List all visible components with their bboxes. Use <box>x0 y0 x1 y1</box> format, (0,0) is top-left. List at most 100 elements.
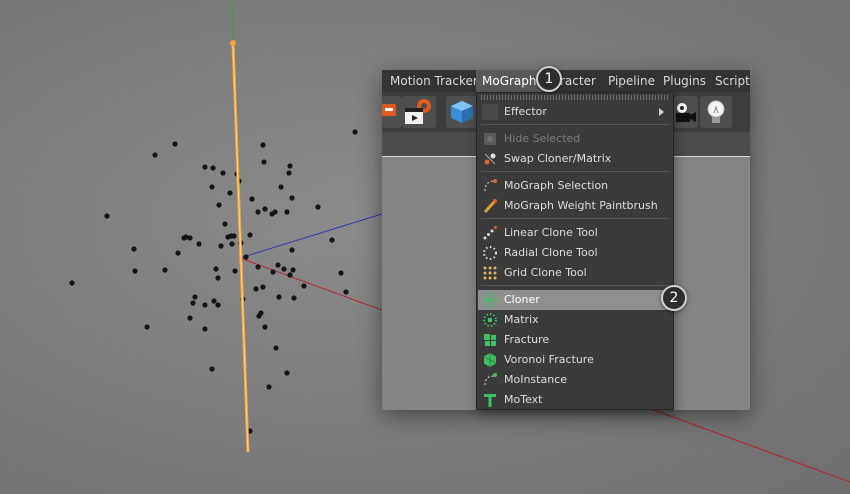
particle <box>352 129 358 135</box>
particle <box>247 232 253 238</box>
swap-icon <box>482 151 498 167</box>
menu-item-effector[interactable]: Effector <box>478 102 672 122</box>
particle <box>222 221 228 227</box>
radial-clone-icon <box>482 245 498 261</box>
particle <box>187 235 193 241</box>
particle <box>273 345 279 351</box>
camera-button[interactable] <box>674 96 698 128</box>
particle <box>315 204 321 210</box>
particle <box>220 170 226 176</box>
particle <box>287 163 293 169</box>
particle <box>215 302 221 308</box>
particle <box>260 142 266 148</box>
cube-object-button[interactable] <box>446 96 478 128</box>
menu-motion-tracker[interactable]: Motion Tracker <box>390 70 478 92</box>
particle <box>187 315 193 321</box>
menu-pipeline[interactable]: Pipeline <box>608 70 655 92</box>
menu-item-cloner[interactable]: Cloner <box>478 290 672 310</box>
z-axis-line <box>239 213 383 259</box>
particle <box>289 195 295 201</box>
particle <box>338 270 344 276</box>
camera-icon <box>676 103 696 122</box>
menu-item-mograph-weight-paintbrush[interactable]: MoGraph Weight Paintbrush <box>478 196 672 216</box>
particle <box>261 159 267 165</box>
particle <box>270 269 276 275</box>
particle <box>209 366 215 372</box>
menu-item-moinstance[interactable]: MoInstance <box>478 370 672 390</box>
particle <box>291 295 297 301</box>
particle <box>162 267 168 273</box>
particle <box>290 267 296 273</box>
particle <box>132 268 138 274</box>
menu-item-label: Cloner <box>504 293 540 306</box>
motext-icon <box>482 392 498 408</box>
menu-separator <box>481 285 669 286</box>
cloner-icon <box>482 292 498 308</box>
menu-item-label: Swap Cloner/Matrix <box>504 152 612 165</box>
particle <box>253 286 259 292</box>
particle <box>152 152 158 158</box>
particle <box>202 326 208 332</box>
particle <box>232 268 238 274</box>
paintbrush-icon <box>482 198 498 214</box>
particle <box>69 280 75 286</box>
spline-point[interactable] <box>230 40 236 46</box>
menu-mograph[interactable]: MoGraph <box>476 70 543 92</box>
particle <box>202 164 208 170</box>
menu-item-mograph-selection[interactable]: MoGraph Selection <box>478 176 672 196</box>
fracture-icon <box>482 332 498 348</box>
render-view-button[interactable] <box>382 96 402 128</box>
menu-character[interactable]: racter <box>560 70 596 92</box>
cube-icon <box>451 101 473 123</box>
linear-clone-icon <box>482 225 498 241</box>
hide-selected-icon <box>482 131 498 147</box>
menu-item-label: MoInstance <box>504 373 568 386</box>
menu-item-label: MoGraph Weight Paintbrush <box>504 199 658 212</box>
particle <box>262 324 268 330</box>
menu-separator <box>481 124 669 125</box>
tear-off-grip[interactable] <box>481 95 669 100</box>
light-button[interactable] <box>700 96 732 128</box>
menu-item-label: MoGraph Selection <box>504 179 609 192</box>
matrix-icon <box>482 312 498 328</box>
particle <box>255 209 261 215</box>
step-1-badge: 1 <box>536 66 562 92</box>
menu-item-swap-cloner-matrix[interactable]: Swap Cloner/Matrix <box>478 149 672 169</box>
moinstance-icon <box>482 372 498 388</box>
particle <box>202 302 208 308</box>
menu-item-label: Grid Clone Tool <box>504 266 587 279</box>
particle <box>287 272 293 278</box>
particle <box>211 298 217 304</box>
light-bulb-icon <box>707 100 725 123</box>
particle <box>231 233 237 239</box>
menu-script[interactable]: Script <box>715 70 750 92</box>
menu-item-radial-clone-tool[interactable]: Radial Clone Tool <box>478 243 672 263</box>
particle <box>190 300 196 306</box>
menu-item-linear-clone-tool[interactable]: Linear Clone Tool <box>478 223 672 243</box>
render-settings-button[interactable] <box>402 96 436 128</box>
particle <box>255 264 261 270</box>
submenu-arrow-icon <box>659 108 664 116</box>
particle <box>216 202 222 208</box>
particle <box>210 165 216 171</box>
menu-plugins[interactable]: Plugins <box>663 70 706 92</box>
menu-item-motext[interactable]: MoText <box>478 390 672 410</box>
menu-item-grid-clone-tool[interactable]: Grid Clone Tool <box>478 263 672 283</box>
menu-item-matrix[interactable]: Matrix <box>478 310 672 330</box>
step-2-badge: 2 <box>661 285 687 311</box>
menu-item-label: MoText <box>504 393 543 406</box>
particle <box>227 190 233 196</box>
particle <box>266 384 272 390</box>
voronoi-icon <box>482 352 498 368</box>
menu-item-label: Fracture <box>504 333 550 346</box>
mograph-dropdown-menu: Effector Hide Selected Swap Cloner/Matri… <box>476 92 674 410</box>
menu-item-voronoi-fracture[interactable]: Voronoi Fracture <box>478 350 672 370</box>
menu-item-label: Linear Clone Tool <box>504 226 598 239</box>
particle <box>301 283 307 289</box>
particle <box>175 250 181 256</box>
menu-item-fracture[interactable]: Fracture <box>478 330 672 350</box>
grid-clone-icon <box>482 265 498 281</box>
particle <box>272 209 278 215</box>
menu-separator <box>481 218 669 219</box>
menu-separator <box>481 171 669 172</box>
